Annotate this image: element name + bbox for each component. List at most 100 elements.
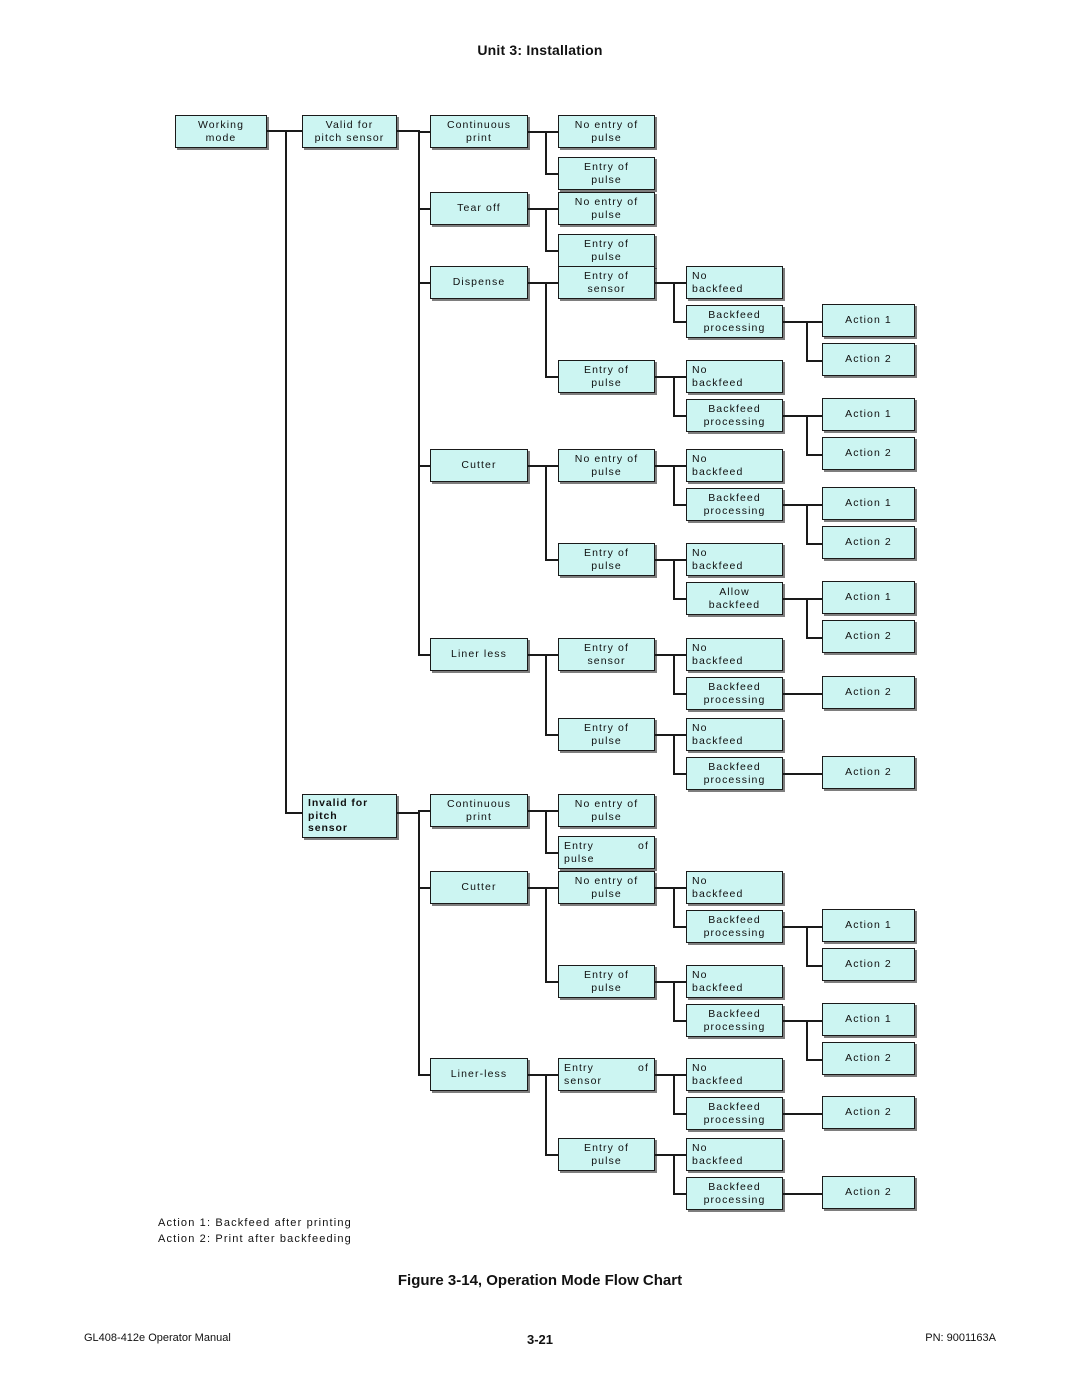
connector-line — [655, 981, 673, 983]
node-text-line: Backfeed — [708, 309, 761, 322]
node-text-line: backfeed — [692, 734, 744, 747]
connector-line — [655, 734, 673, 736]
node-cutter: Cutter — [430, 871, 528, 904]
node-action-2: Action 2 — [822, 676, 915, 709]
connector-line — [673, 376, 675, 415]
node-text-line: Backfeed — [708, 403, 761, 416]
connector-line — [545, 559, 558, 561]
connector-line — [545, 654, 547, 734]
connector-line — [545, 250, 558, 252]
connector-line — [545, 282, 547, 376]
node-entry-of-sensor: Entry of sensor — [558, 266, 655, 299]
node-no-backfeed: No backfeed — [686, 718, 783, 751]
node-action-2: Action 2 — [822, 1042, 915, 1075]
connector-line — [673, 282, 686, 284]
node-text-line: Entry of — [584, 1142, 629, 1155]
connector-line — [783, 504, 806, 506]
node-text-line: processing — [703, 321, 766, 334]
node-text-line: pulse — [591, 559, 622, 572]
connector-line — [397, 130, 418, 132]
node-no-backfeed: No backfeed — [686, 266, 783, 299]
node-entry-of-pulse: Entry of pulse — [558, 965, 655, 998]
connector-line — [673, 1113, 686, 1115]
connector-line — [673, 734, 675, 773]
node-backfeed-processing: Backfeed processing — [686, 1177, 783, 1210]
node-no-backfeed: No backfeed — [686, 449, 783, 482]
connector-line — [397, 812, 418, 814]
node-tear-off: Tear off — [430, 192, 528, 225]
connector-line — [806, 504, 822, 506]
node-text-line: Action 1 — [845, 314, 892, 327]
node-text-line: Entry of — [584, 547, 629, 560]
node-text-line: pulse — [591, 734, 622, 747]
node-backfeed-processing: Backfeed processing — [686, 488, 783, 521]
node-backfeed-processing: Backfeed processing — [686, 1097, 783, 1130]
node-text-line: print — [466, 810, 492, 823]
node-entry-of-pulse: Entry of pulse — [558, 718, 655, 751]
node-text-line: pulse — [591, 208, 622, 221]
node-text-line: backfeed — [692, 465, 744, 478]
node-text-line: Action 2 — [845, 353, 892, 366]
connector-line — [655, 465, 673, 467]
connector-line — [673, 1193, 686, 1195]
connector-line — [655, 887, 673, 889]
node-action-2: Action 2 — [822, 343, 915, 376]
node-text-line: Continuous — [446, 119, 512, 132]
node-action-1: Action 1 — [822, 398, 915, 431]
connector-line — [267, 130, 285, 132]
node-text-line: Action 2 — [845, 1052, 892, 1065]
node-text-line: No — [692, 722, 708, 735]
node-allow-backfeed: Allow backfeed — [686, 582, 783, 615]
connector-line — [783, 693, 822, 695]
node-text-line: Backfeed — [708, 1008, 761, 1021]
connector-line — [418, 810, 430, 812]
node-text-line: Action 2 — [845, 447, 892, 460]
footer-right: PN: 9001163A — [925, 1332, 996, 1344]
connector-line — [528, 282, 545, 284]
connector-line — [806, 926, 822, 928]
legend-line-1: Action 1: Backfeed after printing — [158, 1217, 352, 1229]
connector-line — [673, 693, 686, 695]
connector-line — [418, 131, 430, 133]
node-backfeed-processing: Backfeed processing — [686, 757, 783, 790]
node-text-line: pulse — [591, 173, 622, 186]
node-text-line: processing — [703, 1020, 766, 1033]
connector-line — [545, 810, 547, 852]
node-text-line: processing — [703, 1113, 766, 1126]
connector-line — [673, 1074, 686, 1076]
connector-line — [655, 559, 673, 561]
connector-line — [673, 654, 675, 693]
node-text-line: No entry of — [574, 196, 639, 209]
connector-line — [545, 852, 558, 854]
node-text-line: Liner-less — [450, 1068, 508, 1081]
connector-line — [545, 734, 558, 736]
connector-line — [545, 131, 547, 173]
node-text-line: Action 2 — [845, 630, 892, 643]
connector-line — [806, 321, 808, 360]
node-text-line: Dispense — [452, 276, 506, 289]
connector-line — [783, 598, 806, 600]
node-action-2: Action 2 — [822, 1096, 915, 1129]
node-text-line: No — [692, 969, 708, 982]
node-entry-of-sensor: Entry of sensor — [558, 638, 655, 671]
node-text-line: Backfeed — [708, 761, 761, 774]
connector-line — [806, 1020, 822, 1022]
node-text-line: Entry of — [584, 642, 629, 655]
connector-line — [806, 454, 822, 456]
connector-line — [528, 887, 545, 889]
connector-line — [418, 1074, 430, 1076]
node-entry-of-pulse: Entry of pulse — [558, 360, 655, 393]
node-text-line: backfeed — [692, 376, 744, 389]
node-liner-less: Liner less — [430, 638, 528, 671]
connector-line — [545, 376, 558, 378]
node-no-entry-of-pulse: No entry of pulse — [558, 192, 655, 225]
node-text-line: sensor — [308, 822, 348, 835]
node-text-part: Entry — [564, 1062, 595, 1075]
node-text-line: Tear off — [457, 202, 501, 215]
connector-line — [673, 465, 686, 467]
node-no-entry-of-pulse: No entry of pulse — [558, 794, 655, 827]
node-text-line: No entry of — [574, 798, 639, 811]
node-text-line: backfeed — [692, 887, 744, 900]
connector-line — [806, 321, 822, 323]
node-text-line: No — [692, 1062, 708, 1075]
